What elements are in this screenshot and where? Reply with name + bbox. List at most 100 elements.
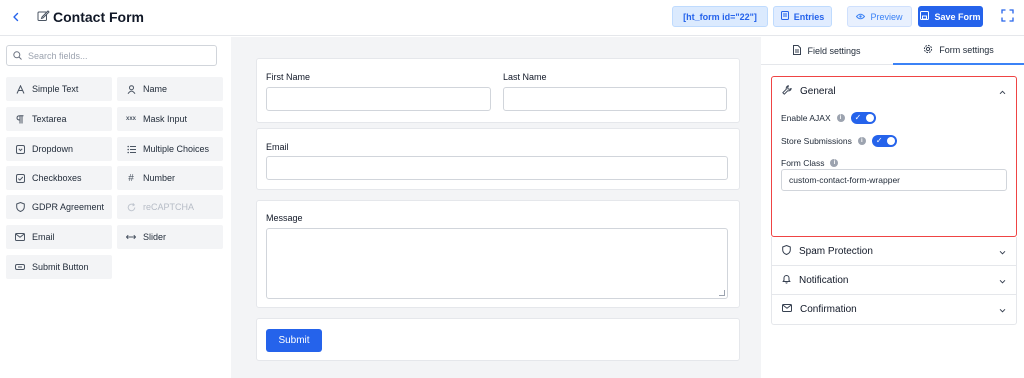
form-canvas: First Name Last Name Email Message Submi… [231,37,761,378]
shield-icon [15,202,25,212]
back-arrow-icon[interactable] [8,9,24,25]
settings-panel: Field settings Form settings General Ena… [761,37,1024,378]
check-icon: ✓ [854,113,862,122]
fullscreen-icon[interactable] [1001,9,1015,23]
form-class-row: Form Class i [781,158,839,168]
field-submit-button[interactable]: Submit Button [6,255,112,279]
info-icon[interactable]: i [836,114,845,122]
shortcode-button[interactable]: [ht_form id="22"] [672,6,768,27]
field-label: Mask Input [143,114,188,124]
entries-button[interactable]: Entries [773,6,832,27]
spam-protection-title: Spam Protection [799,245,873,257]
notification-header[interactable]: Notification [772,266,1016,295]
search-box[interactable] [6,45,217,66]
save-icon [920,11,930,22]
field-slider[interactable]: Slider [117,225,223,249]
hash-icon: # [128,172,134,184]
dropdown-icon [15,144,25,154]
general-section: General Enable AJAX i ✓ Store Submission… [771,76,1017,237]
store-submissions-toggle[interactable]: ✓ [871,135,897,147]
tab-form-settings[interactable]: Form settings [893,37,1024,65]
tab-field-settings[interactable]: Field settings [761,37,893,65]
general-header[interactable]: General [772,77,1016,106]
field-recaptcha: reCAPTCHA [117,195,223,219]
store-submissions-label: Store Submissions [781,136,852,146]
message-card[interactable]: Message [256,200,740,308]
pencil-icon [37,9,51,23]
fields-sidebar: Simple Text Name Textarea xxx Mask Input… [0,37,231,378]
field-checkboxes[interactable]: Checkboxes [6,166,112,190]
top-bar: Contact Form [ht_form id="22"] Entries P… [0,0,1024,36]
confirmation-header[interactable]: Confirmation [772,295,1016,324]
field-number[interactable]: # Number [117,166,223,190]
email-label: Email [266,142,289,152]
first-name-input[interactable] [266,87,491,111]
search-input[interactable] [28,50,208,61]
mask-icon: xxx [126,116,137,122]
settings-tabs: Field settings Form settings [761,37,1024,65]
email-input[interactable] [266,156,728,180]
last-name-input[interactable] [503,87,727,111]
list-icon [126,144,136,154]
preview-button[interactable]: Preview [847,6,912,27]
field-label: GDPR Agreement [32,202,105,212]
save-form-label: Save Form [934,11,981,22]
field-label: Checkboxes [32,173,82,183]
field-label: Number [143,173,176,183]
enable-ajax-row: Enable AJAX i ✓ [781,112,876,124]
other-sections: Spam Protection Notification Confirmatio… [771,237,1017,325]
button-icon [15,262,25,272]
message-textarea[interactable] [266,228,728,299]
document-icon [780,11,789,22]
field-multiple-choices[interactable]: Multiple Choices [117,137,223,161]
spam-protection-header[interactable]: Spam Protection [772,237,1016,266]
form-class-input[interactable] [781,169,1007,191]
field-name[interactable]: Name [117,77,223,101]
gear-icon [923,44,933,56]
info-icon[interactable]: i [857,137,866,145]
field-textarea[interactable]: Textarea [6,107,112,131]
enable-ajax-label: Enable AJAX [781,113,831,123]
field-label: Slider [143,232,167,242]
confirmation-title: Confirmation [800,304,857,315]
wrench-icon [782,85,792,98]
page-title: Contact Form [53,9,144,25]
submit-button[interactable]: Submit [266,329,322,352]
chevron-up-icon [999,88,1006,95]
refresh-icon [126,202,136,212]
email-card[interactable]: Email [256,128,740,190]
field-label: Textarea [32,114,67,124]
field-gdpr-agreement[interactable]: GDPR Agreement [6,195,112,219]
field-dropdown[interactable]: Dropdown [6,137,112,161]
field-mask-input[interactable]: xxx Mask Input [117,107,223,131]
file-icon [793,45,802,57]
shield-icon [782,244,791,258]
field-email[interactable]: Email [6,225,112,249]
name-row-card[interactable]: First Name Last Name [256,58,740,123]
store-submissions-row: Store Submissions i ✓ [781,135,897,147]
field-label: Dropdown [32,144,74,154]
submit-card[interactable]: Submit [256,318,740,361]
first-name-label: First Name [266,72,311,82]
info-icon[interactable]: i [830,159,839,167]
general-title: General [800,86,836,97]
field-label: Submit Button [32,262,89,272]
message-label: Message [266,213,303,223]
field-label: reCAPTCHA [143,202,195,212]
enable-ajax-toggle[interactable]: ✓ [850,112,876,124]
checkbox-icon [15,173,25,183]
slider-icon [126,232,136,242]
field-simple-text[interactable]: Simple Text [6,77,112,101]
eye-icon [856,12,866,22]
preview-label: Preview [870,11,903,22]
chevron-down-icon [999,277,1006,284]
field-label: Name [143,84,168,94]
field-label: Email [32,232,55,242]
resize-handle[interactable] [719,290,725,296]
chevron-down-icon [999,306,1006,313]
tab-label: Field settings [807,46,861,56]
check-icon: ✓ [875,136,883,145]
bell-icon [782,274,791,287]
form-class-label: Form Class [781,158,825,168]
save-form-button[interactable]: Save Form [918,6,983,27]
